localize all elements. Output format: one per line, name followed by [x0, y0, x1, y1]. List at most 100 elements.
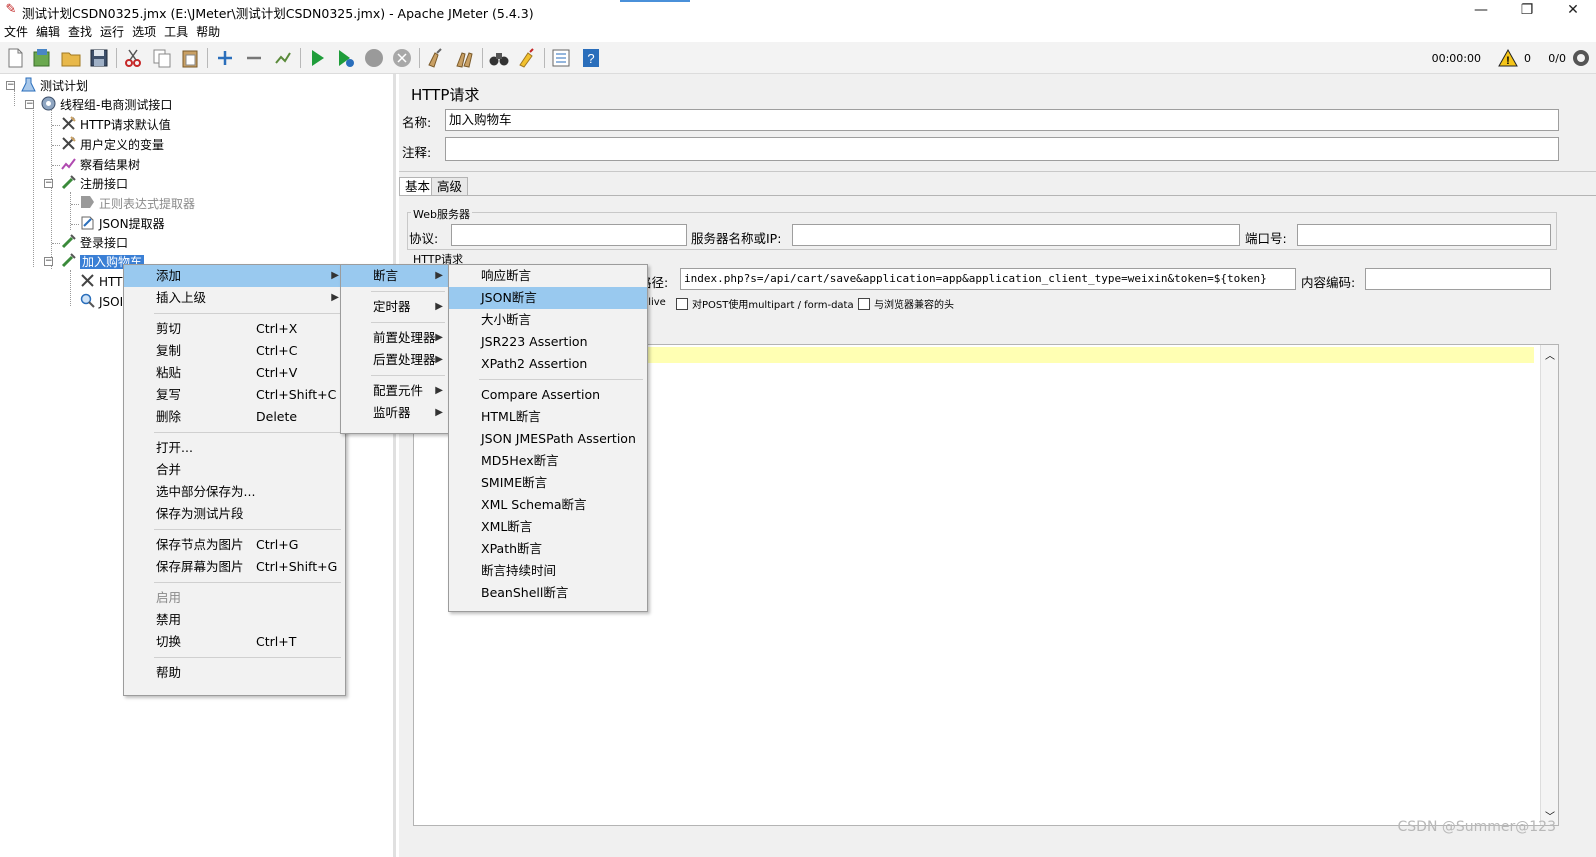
assertion-item-jmespath[interactable]: JSON JMESPath Assertion	[449, 428, 647, 450]
menu-item-save-fragment[interactable]: 保存为测试片段	[124, 503, 345, 525]
start-no-pause-icon[interactable]	[334, 47, 356, 69]
multipart-label: 对POST使用multipart / form-data	[692, 300, 854, 311]
collapse-toggle[interactable]: −	[44, 257, 53, 266]
menu-edit[interactable]: 编辑	[32, 22, 64, 42]
menu-run[interactable]: 运行	[96, 22, 128, 42]
submenu-item-config-elements[interactable]: 配置元件 ▶	[341, 380, 449, 402]
tree-node-regex-extractor[interactable]: 正则表达式提取器	[79, 194, 195, 213]
expand-icon[interactable]	[214, 47, 236, 69]
server-field[interactable]	[792, 224, 1240, 246]
start-icon[interactable]	[306, 47, 328, 69]
templates-icon[interactable]	[31, 47, 53, 69]
copy-icon[interactable]	[151, 47, 173, 69]
multipart-option[interactable]: 对POST使用multipart / form-data	[676, 296, 854, 311]
port-field[interactable]	[1297, 224, 1551, 246]
menu-search[interactable]: 查找	[64, 22, 96, 42]
tree-node-http-defaults[interactable]: HTTP请求默认值	[60, 115, 171, 134]
menu-item-paste[interactable]: 粘贴 Ctrl+V	[124, 362, 345, 384]
assertion-item-duration[interactable]: 断言持续时间	[449, 560, 647, 582]
assertion-item-smime[interactable]: SMIME断言	[449, 472, 647, 494]
menu-item-help[interactable]: 帮助	[124, 662, 345, 684]
collapse-toggle[interactable]: −	[25, 100, 34, 109]
assertion-item-xml[interactable]: XML断言	[449, 516, 647, 538]
submenu-item-assertions[interactable]: 断言 ▶	[341, 265, 449, 287]
save-icon[interactable]	[88, 47, 110, 69]
menu-item-disable[interactable]: 禁用	[124, 609, 345, 631]
tree-node-label: 线程组-电商测试接口	[60, 98, 173, 112]
assertion-item-xpath[interactable]: XPath断言	[449, 538, 647, 560]
close-button[interactable]: ✕	[1550, 0, 1596, 22]
menu-item-cut[interactable]: 剪切 Ctrl+X	[124, 318, 345, 340]
toggle-icon[interactable]	[272, 47, 294, 69]
help-icon[interactable]: ?	[580, 47, 602, 69]
scroll-up-icon[interactable]: ︿	[1545, 347, 1555, 362]
clear-icon[interactable]	[425, 47, 447, 69]
tree-node-register[interactable]: 注册接口	[60, 174, 128, 193]
assertion-item-xpath2[interactable]: XPath2 Assertion	[449, 353, 647, 375]
collapse-toggle[interactable]: −	[44, 179, 53, 188]
submenu-item-post-processors[interactable]: 后置处理器 ▶	[341, 349, 449, 371]
assertion-item-html[interactable]: HTML断言	[449, 406, 647, 428]
encoding-field[interactable]	[1365, 268, 1551, 290]
name-field[interactable]: 加入购物车	[445, 109, 1559, 131]
submenu-item-pre-processors[interactable]: 前置处理器 ▶	[341, 327, 449, 349]
submenu-item-listeners[interactable]: 监听器 ▶	[341, 402, 449, 424]
multipart-checkbox[interactable]	[676, 298, 688, 310]
menu-file[interactable]: 文件	[0, 22, 32, 42]
menu-item-save-screen-image[interactable]: 保存屏幕为图片 Ctrl+Shift+G	[124, 556, 345, 578]
menu-options[interactable]: 选项	[128, 22, 160, 42]
collapse-toggle[interactable]: −	[6, 81, 15, 90]
menu-item-save-node-image[interactable]: 保存节点为图片 Ctrl+G	[124, 534, 345, 556]
wrench-icon	[60, 115, 77, 132]
assertion-item-jsr223[interactable]: JSR223 Assertion	[449, 331, 647, 353]
assertion-item-xml-schema[interactable]: XML Schema断言	[449, 494, 647, 516]
tab-advanced[interactable]: 高级	[431, 177, 469, 196]
menu-item-toggle[interactable]: 切换 Ctrl+T	[124, 631, 345, 653]
assertion-item-beanshell[interactable]: BeanShell断言	[449, 582, 647, 604]
browser-headers-checkbox[interactable]	[858, 298, 870, 310]
submenu-item-timers[interactable]: 定时器 ▶	[341, 296, 449, 318]
comment-field[interactable]	[445, 137, 1559, 161]
path-field[interactable]: index.php?s=/api/cart/save&application=a…	[680, 268, 1296, 290]
menu-item-add[interactable]: 添加 ▶	[124, 265, 345, 287]
tree-node-result-tree[interactable]: 察看结果树	[60, 155, 140, 174]
collapse-icon[interactable]	[243, 47, 265, 69]
menu-item-copy[interactable]: 复制 Ctrl+C	[124, 340, 345, 362]
cut-icon[interactable]	[122, 47, 144, 69]
restore-button[interactable]: ❐	[1504, 0, 1550, 22]
assertion-item-md5hex[interactable]: MD5Hex断言	[449, 450, 647, 472]
warning-icon[interactable]: !	[1498, 48, 1518, 68]
tree-node-user-vars[interactable]: 用户定义的变量	[60, 135, 164, 154]
tree-node-child-json[interactable]: JSOI	[79, 292, 123, 311]
vertical-scrollbar[interactable]: ︿ ﹀	[1540, 345, 1558, 825]
assertion-item-size[interactable]: 大小断言	[449, 309, 647, 331]
minimize-button[interactable]: —	[1458, 0, 1504, 22]
search-binoculars-icon[interactable]	[488, 47, 510, 69]
assertion-item-compare[interactable]: Compare Assertion	[449, 384, 647, 406]
menu-item-open[interactable]: 打开...	[124, 437, 345, 459]
clear-all-icon[interactable]	[454, 47, 476, 69]
menu-item-duplicate[interactable]: 复写 Ctrl+Shift+C	[124, 384, 345, 406]
protocol-field[interactable]	[451, 224, 687, 246]
new-icon[interactable]	[4, 47, 26, 69]
assertion-item-json[interactable]: JSON断言	[449, 287, 647, 309]
paste-icon[interactable]	[179, 47, 201, 69]
shutdown-icon[interactable]	[391, 47, 413, 69]
menu-tools[interactable]: 工具	[160, 22, 192, 42]
tree-node-thread-group[interactable]: 线程组-电商测试接口	[40, 95, 172, 114]
menu-help[interactable]: 帮助	[192, 22, 224, 42]
reset-search-icon[interactable]	[516, 47, 538, 69]
menu-item-merge[interactable]: 合并	[124, 459, 345, 481]
menu-item-save-selection[interactable]: 选中部分保存为...	[124, 481, 345, 503]
tree-node-login[interactable]: 登录接口	[60, 233, 128, 252]
tree-node-json-extractor[interactable]: JSON提取器	[79, 214, 165, 233]
tree-node-test-plan[interactable]: 测试计划	[20, 76, 88, 95]
menu-item-delete[interactable]: 删除 Delete	[124, 406, 345, 428]
function-helper-icon[interactable]	[550, 47, 572, 69]
stop-icon[interactable]	[363, 47, 385, 69]
menu-item-insert-parent[interactable]: 插入上级 ▶	[124, 287, 345, 309]
browser-headers-option[interactable]: 与浏览器兼容的头	[858, 296, 954, 311]
open-icon[interactable]	[60, 47, 82, 69]
assertion-item-response[interactable]: 响应断言	[449, 265, 647, 287]
gear-icon[interactable]	[1570, 47, 1592, 69]
